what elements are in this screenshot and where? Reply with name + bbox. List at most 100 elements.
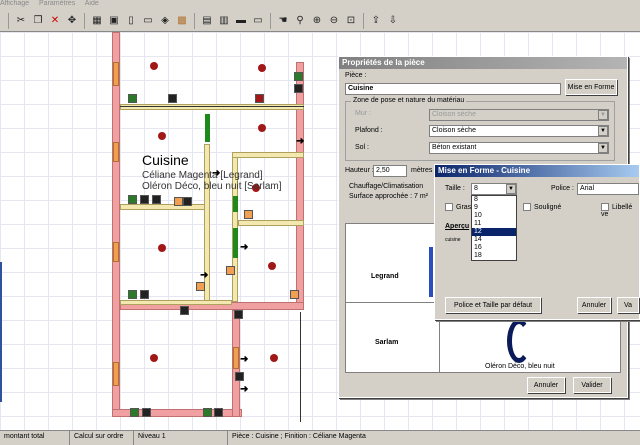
select-icon[interactable]: ▣ xyxy=(107,14,121,28)
chevron-down-icon[interactable]: ▼ xyxy=(506,184,516,194)
sol-select[interactable]: Béton existant ▼ xyxy=(429,142,609,154)
gras-checkbox[interactable]: Gras xyxy=(445,203,471,211)
zoom-in-icon[interactable]: ⊕ xyxy=(310,14,324,28)
size-option-selected[interactable]: 12 xyxy=(472,228,516,236)
door[interactable] xyxy=(233,228,238,258)
size-option[interactable]: 18 xyxy=(472,252,516,260)
cut-icon[interactable]: ✂ xyxy=(14,14,28,28)
plafond-select[interactable]: Cloison sèche ▼ xyxy=(429,125,609,137)
socket[interactable] xyxy=(140,290,149,299)
switch-arrow[interactable]: ➜ xyxy=(240,354,248,365)
light-fixture[interactable] xyxy=(158,132,166,140)
export-icon[interactable]: ⇪ xyxy=(369,14,383,28)
grid-icon[interactable]: ▦ xyxy=(90,14,104,28)
souligne-checkbox[interactable]: Souligné xyxy=(523,203,561,211)
socket[interactable] xyxy=(294,84,303,93)
switch-arrow[interactable]: ➜ xyxy=(240,384,248,395)
wall[interactable] xyxy=(120,104,304,110)
taille-select[interactable]: 8 ▼ xyxy=(471,183,517,195)
piece-field[interactable]: Cuisine xyxy=(345,83,561,95)
socket[interactable] xyxy=(214,408,223,417)
size-option[interactable]: 8 xyxy=(472,196,516,204)
wall[interactable] xyxy=(112,32,120,417)
wall-segment[interactable] xyxy=(113,62,119,86)
hand-icon[interactable]: ☚ xyxy=(276,14,290,28)
wall-segment[interactable] xyxy=(113,142,119,162)
socket[interactable] xyxy=(196,282,205,291)
socket[interactable] xyxy=(244,210,253,219)
socket[interactable] xyxy=(234,310,243,319)
socket[interactable] xyxy=(235,372,244,381)
wall[interactable] xyxy=(232,152,304,158)
socket[interactable] xyxy=(183,197,192,206)
light-fixture[interactable] xyxy=(268,262,276,270)
socket[interactable] xyxy=(203,408,212,417)
door[interactable] xyxy=(205,114,210,142)
socket[interactable] xyxy=(168,94,177,103)
mur-select[interactable]: Cloison sèche ▼ xyxy=(429,109,609,121)
socket[interactable] xyxy=(174,197,183,206)
delete-icon[interactable]: ✕ xyxy=(48,14,62,28)
socket[interactable] xyxy=(130,408,139,417)
light-fixture[interactable] xyxy=(258,64,266,72)
chevron-down-icon[interactable]: ▼ xyxy=(598,143,608,153)
status-calcul[interactable]: Calcul sur ordre xyxy=(70,431,134,445)
wall[interactable] xyxy=(120,300,232,305)
size-option[interactable]: 10 xyxy=(472,212,516,220)
socket[interactable] xyxy=(255,94,264,103)
socket[interactable] xyxy=(128,195,137,204)
socket[interactable] xyxy=(140,195,149,204)
hauteur-input[interactable]: 2,50 xyxy=(373,165,407,177)
switch-arrow[interactable]: ➜ xyxy=(240,242,248,253)
light-fixture[interactable] xyxy=(258,124,266,132)
fill-icon[interactable]: ◈ xyxy=(158,14,172,28)
zoom-icon[interactable]: ⚲ xyxy=(293,14,307,28)
menu-affichage[interactable]: Affichage xyxy=(0,0,29,7)
door[interactable] xyxy=(233,196,238,212)
move-icon[interactable]: ✥ xyxy=(65,14,79,28)
zoom-fit-icon[interactable]: ⊡ xyxy=(344,14,358,28)
size-option[interactable]: 11 xyxy=(472,220,516,228)
libelle-checkbox[interactable]: Libellé ve xyxy=(601,203,639,218)
rect-icon[interactable]: ▯ xyxy=(124,14,138,28)
copy-icon[interactable]: ❐ xyxy=(31,14,45,28)
doc-icon[interactable]: ▭ xyxy=(141,14,155,28)
socket[interactable] xyxy=(142,408,151,417)
zoom-out-icon[interactable]: ⊖ xyxy=(327,14,341,28)
size-option[interactable]: 16 xyxy=(472,244,516,252)
chevron-down-icon[interactable]: ▼ xyxy=(598,110,608,120)
format-cancel-button[interactable]: Annuler xyxy=(577,297,611,313)
format-dialog-title[interactable]: Mise en Forme - Cuisine xyxy=(435,165,639,177)
socket[interactable] xyxy=(294,72,303,81)
import-icon[interactable]: ⇩ xyxy=(386,14,400,28)
light-fixture[interactable] xyxy=(270,354,278,362)
switch-arrow[interactable]: ➜ xyxy=(200,270,208,281)
page-icon[interactable]: ▤ xyxy=(200,14,214,28)
light-fixture[interactable] xyxy=(158,244,166,252)
page2-icon[interactable]: ▥ xyxy=(217,14,231,28)
menu-parametres[interactable]: Paramètres xyxy=(39,0,75,7)
pattern-icon[interactable]: ▩ xyxy=(175,14,189,28)
light-fixture[interactable] xyxy=(150,354,158,362)
wall2-icon[interactable]: ▭ xyxy=(251,14,265,28)
socket[interactable] xyxy=(152,195,161,204)
socket[interactable] xyxy=(226,266,235,275)
wall-segment[interactable] xyxy=(113,242,119,262)
socket[interactable] xyxy=(128,290,137,299)
wall[interactable] xyxy=(296,62,304,307)
checkbox-icon[interactable] xyxy=(601,203,609,211)
checkbox-icon[interactable] xyxy=(445,203,453,211)
chevron-down-icon[interactable]: ▼ xyxy=(598,126,608,136)
format-validate-button[interactable]: Va xyxy=(617,297,639,313)
mise-en-forme-button[interactable]: Mise en Forme xyxy=(565,79,617,95)
size-dropdown-list[interactable]: 8 9 10 11 12 14 16 18 xyxy=(471,195,517,261)
menu-aide[interactable]: Aide xyxy=(85,0,99,7)
wall-segment[interactable] xyxy=(233,347,239,369)
default-font-button[interactable]: Police et Taille par défaut xyxy=(445,297,541,313)
size-option[interactable]: 14 xyxy=(472,236,516,244)
checkbox-icon[interactable] xyxy=(523,203,531,211)
props-cancel-button[interactable]: Annuler xyxy=(527,377,565,393)
socket[interactable] xyxy=(128,94,137,103)
wall[interactable] xyxy=(238,220,304,226)
wall-icon[interactable]: ▬ xyxy=(234,14,248,28)
